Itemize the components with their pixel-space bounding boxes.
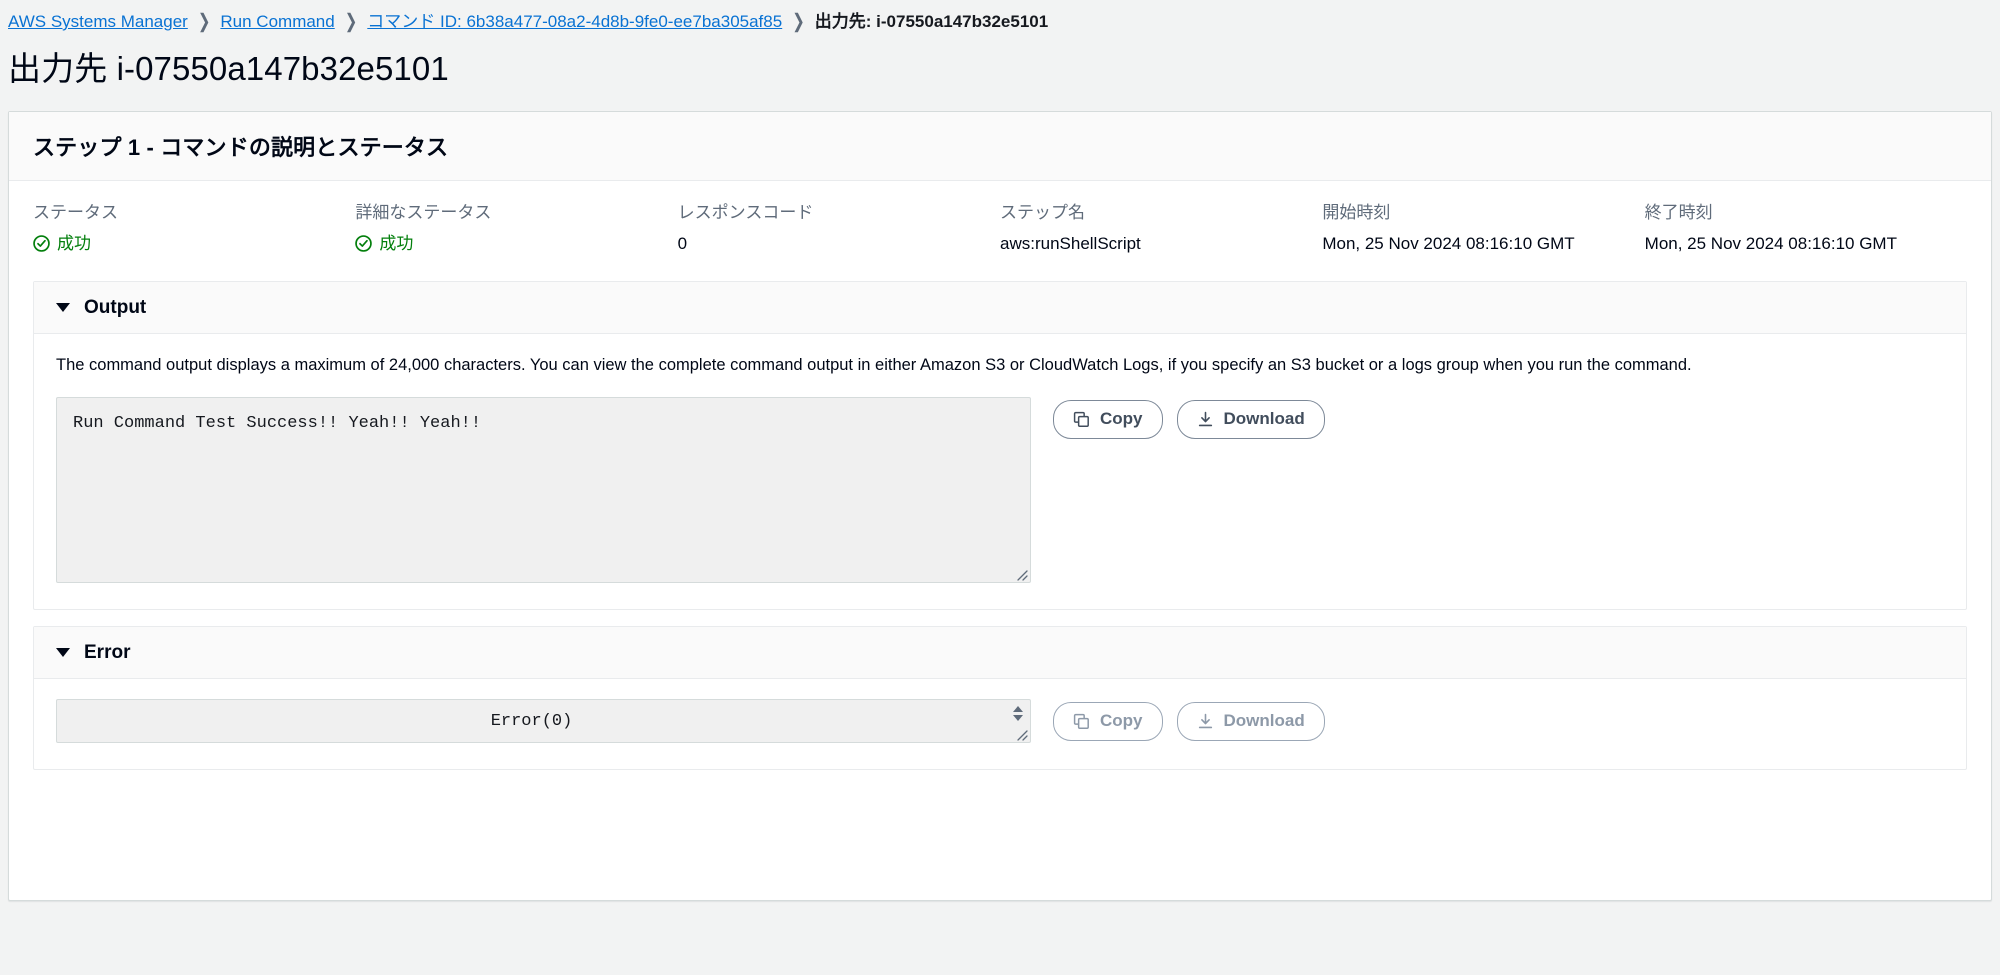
error-panel-header[interactable]: Error [34,626,1966,679]
status-field-text: Mon, 25 Nov 2024 08:16:10 GMT [1644,233,1897,253]
output-download-button[interactable]: Download [1176,399,1325,439]
error-panel-body: Copy Download [34,679,1966,769]
status-field-status: ステータス 成功 [33,203,355,254]
page-root: AWS Systems Manager ❯ Run Command ❯ コマンド… [0,0,2000,975]
breadcrumb: AWS Systems Manager ❯ Run Command ❯ コマンド… [0,0,2000,33]
error-textarea[interactable] [56,698,1031,743]
status-field-label: 終了時刻 [1644,203,1713,223]
status-field-text: 成功 [57,233,91,253]
error-textarea-wrapper [56,698,1031,743]
stepper-up-icon[interactable] [1013,706,1023,713]
status-field-detailed-status: 詳細なステータス 成功 [355,203,677,254]
status-field-value: Mon, 25 Nov 2024 08:16:10 GMT [1645,233,1951,255]
step-container-header: ステップ 1 - コマンドの説明とステータス [9,112,1991,182]
output-textarea-wrapper [56,396,1031,583]
stepper-down-icon[interactable] [1013,715,1023,722]
output-action-buttons: Copy Download [1053,397,1325,439]
breadcrumb-separator-icon: ❯ [344,10,358,33]
download-icon [1197,411,1214,428]
copy-icon [1073,411,1090,428]
breadcrumb-item-command-id[interactable]: コマンド ID: 6b38a477-08a2-4d8b-9fe0-ee7ba30… [367,13,782,30]
output-panel: Output The command output displays a max… [33,280,1967,610]
status-field-response-code: レスポンスコード 0 [678,203,1000,254]
breadcrumb-item-aws-systems-manager[interactable]: AWS Systems Manager [8,13,188,30]
error-copy-button[interactable]: Copy [1053,701,1163,741]
error-panel-title: Error [84,641,131,663]
step-container: ステップ 1 - コマンドの説明とステータス ステータス 成功 詳細なステータス… [8,111,1992,902]
copy-icon [1073,713,1090,730]
breadcrumb-item-run-command[interactable]: Run Command [220,13,334,30]
step-container-body: ステータス 成功 詳細なステータス 成功 レスポンスコード 0 ステップ名 aw… [9,181,1991,794]
chevron-down-icon[interactable] [56,647,70,657]
error-panel: Error Error(0) Copy Download [33,625,1967,770]
error-copy-label: Copy [1100,711,1143,731]
breadcrumb-item-current-instance: 出力先: i-07550a147b32e5101 [814,12,1049,31]
status-field-label: 開始時刻 [1322,203,1391,223]
status-field-label: レスポンスコード [677,203,814,223]
success-check-icon [355,235,373,252]
download-icon [1197,713,1214,730]
status-field-step-name: ステップ名 aws:runShellScript [1000,203,1322,254]
error-action-buttons: Copy Download [1053,699,1325,741]
output-hint-text: The command output displays a maximum of… [56,355,1692,374]
status-field-label: 詳細なステータス [355,203,492,223]
output-content-row: Copy Download [56,396,1944,583]
error-download-label: Download [1223,711,1305,731]
error-content-row: Copy Download [56,698,1944,743]
step-heading: ステップ 1 - コマンドの説明とステータス [33,135,449,161]
output-panel-body: The command output displays a maximum of… [34,334,1966,609]
output-download-label: Download [1223,409,1305,429]
status-field-end-time: 終了時刻 Mon, 25 Nov 2024 08:16:10 GMT [1645,203,1967,254]
status-field-value: 成功 [355,233,661,255]
error-download-button[interactable]: Download [1176,701,1325,741]
status-field-value: aws:runShellScript [1000,233,1306,255]
page-title: 出力先 i-07550a147b32e5101 [8,50,449,87]
status-field-start-time: 開始時刻 Mon, 25 Nov 2024 08:16:10 GMT [1322,203,1644,254]
chevron-down-icon[interactable] [56,302,70,312]
status-field-text: 0 [677,233,688,253]
breadcrumb-separator-icon: ❯ [792,10,805,33]
success-check-icon [33,235,50,252]
status-field-text: 成功 [379,233,414,253]
status-field-text: Mon, 25 Nov 2024 08:16:10 GMT [1322,233,1575,253]
status-field-value: 成功 [33,233,339,255]
output-panel-title: Output [84,296,147,318]
status-field-value: Mon, 25 Nov 2024 08:16:10 GMT [1322,233,1628,255]
status-field-label: ステータス [33,203,118,223]
output-panel-header[interactable]: Output [34,281,1966,334]
output-copy-button[interactable]: Copy [1053,399,1163,439]
status-field-value: 0 [678,233,984,255]
output-textarea[interactable] [56,396,1031,583]
stepper-spinner[interactable] [1011,703,1025,725]
status-field-label: ステップ名 [1000,203,1085,223]
status-field-grid: ステータス 成功 詳細なステータス 成功 レスポンスコード 0 ステップ名 aw… [33,203,1967,264]
breadcrumb-separator-icon: ❯ [197,10,211,33]
status-field-text: aws:runShellScript [1000,233,1141,253]
output-copy-label: Copy [1100,409,1143,429]
